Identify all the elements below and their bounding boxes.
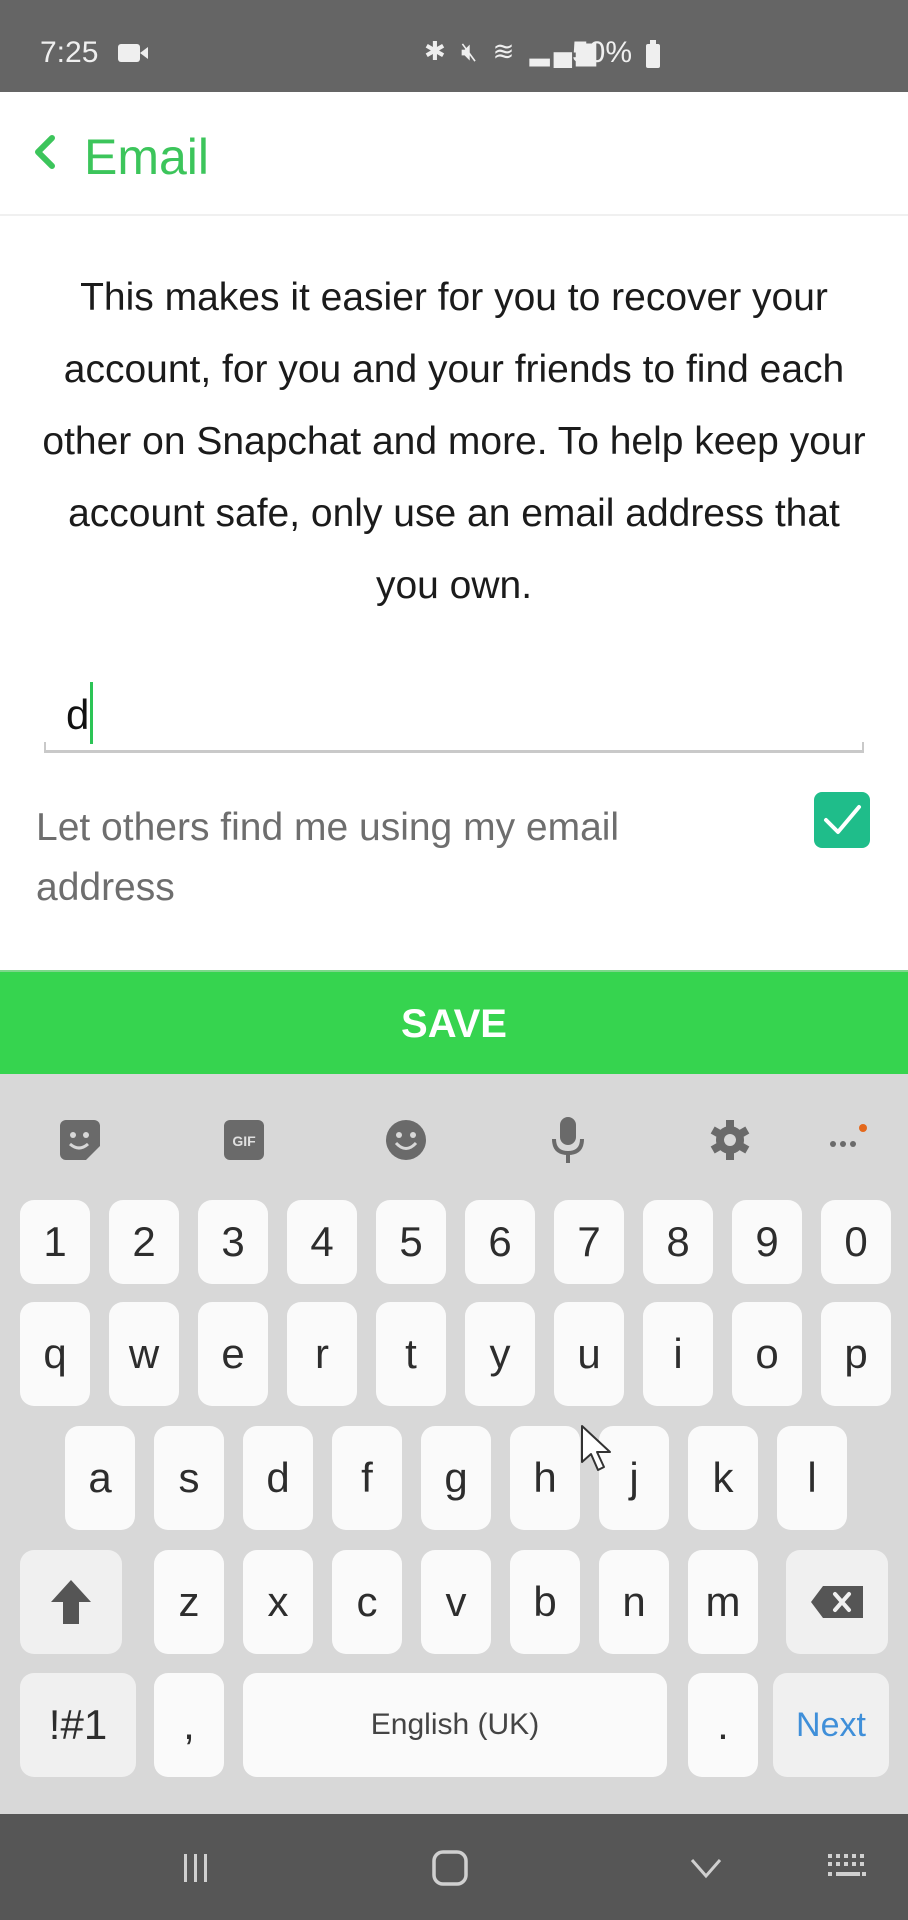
key-e[interactable]: e — [198, 1302, 268, 1406]
key-p[interactable]: p — [821, 1302, 891, 1406]
svg-text:GIF: GIF — [232, 1133, 256, 1149]
key-q[interactable]: q — [20, 1302, 90, 1406]
hide-keyboard-button[interactable] — [676, 1838, 736, 1898]
more-options-button[interactable] — [820, 1112, 876, 1168]
status-time: 7:25 — [40, 36, 99, 69]
key-w[interactable]: w — [109, 1302, 179, 1406]
chevron-left-icon — [35, 135, 55, 169]
key-3[interactable]: 3 — [198, 1200, 268, 1284]
period-key[interactable]: . — [688, 1673, 758, 1777]
key-o[interactable]: o — [732, 1302, 802, 1406]
page-title: Email — [84, 129, 210, 185]
emoji-icon — [386, 1120, 426, 1160]
home-button[interactable] — [420, 1838, 480, 1898]
input-underline — [44, 742, 864, 753]
key-7[interactable]: 7 — [554, 1200, 624, 1284]
key-4[interactable]: 4 — [287, 1200, 357, 1284]
key-l[interactable]: l — [777, 1426, 847, 1530]
navigation-bar — [0, 1814, 908, 1920]
key-i[interactable]: i — [643, 1302, 713, 1406]
keyboard: GIF 1 2 3 4 5 6 7 8 9 0 q w e r t y u i … — [0, 1074, 908, 1814]
key-m[interactable]: m — [688, 1550, 758, 1654]
key-0[interactable]: 0 — [821, 1200, 891, 1284]
recents-icon — [184, 1854, 207, 1882]
description-text: This makes it easier for you to recover … — [42, 276, 866, 607]
email-field-container — [44, 680, 864, 753]
space-key[interactable]: English (UK) — [243, 1673, 667, 1777]
key-6[interactable]: 6 — [465, 1200, 535, 1284]
save-button[interactable]: SAVE — [0, 970, 908, 1076]
key-y[interactable]: y — [465, 1302, 535, 1406]
header: Email — [0, 92, 908, 216]
key-2[interactable]: 2 — [109, 1200, 179, 1284]
shift-key[interactable] — [20, 1550, 122, 1654]
key-1[interactable]: 1 — [20, 1200, 90, 1284]
key-a[interactable]: a — [65, 1426, 135, 1530]
screen-record-icon — [118, 44, 148, 62]
bluetooth-icon: ✱ — [424, 36, 450, 66]
key-9[interactable]: 9 — [732, 1200, 802, 1284]
key-t[interactable]: t — [376, 1302, 446, 1406]
shift-arrow-icon — [51, 1580, 91, 1624]
status-bar: 7:25 ✱ 🔇︎ ≋ ▂▄▆ 50% — [0, 0, 908, 92]
gif-button[interactable]: GIF — [216, 1112, 272, 1168]
find-me-checkbox[interactable] — [814, 792, 870, 848]
wifi-icon: ≋ — [492, 36, 519, 66]
sticker-icon — [60, 1120, 100, 1160]
key-8[interactable]: 8 — [643, 1200, 713, 1284]
voice-input-button[interactable] — [540, 1112, 596, 1168]
emoji-button[interactable] — [378, 1112, 434, 1168]
mute-icon: 🔇︎ — [461, 36, 482, 66]
key-u[interactable]: u — [554, 1302, 624, 1406]
symbols-key[interactable]: !#1 — [20, 1673, 136, 1777]
more-icon — [830, 1124, 867, 1147]
battery-icon — [646, 40, 660, 68]
next-key[interactable]: Next — [773, 1673, 889, 1777]
key-k[interactable]: k — [688, 1426, 758, 1530]
mouse-pointer-icon — [581, 1425, 611, 1471]
sticker-button[interactable] — [52, 1112, 108, 1168]
find-me-label: Let others find me using my email addres… — [36, 806, 620, 909]
key-c[interactable]: c — [332, 1550, 402, 1654]
back-button[interactable] — [26, 132, 66, 172]
gif-icon: GIF — [224, 1120, 264, 1160]
key-f[interactable]: f — [332, 1426, 402, 1530]
key-v[interactable]: v — [421, 1550, 491, 1654]
key-5[interactable]: 5 — [376, 1200, 446, 1284]
battery-percent: 50% — [572, 36, 633, 69]
settings-icon — [710, 1120, 750, 1160]
email-input[interactable] — [64, 680, 848, 750]
key-n[interactable]: n — [599, 1550, 669, 1654]
checkmark-icon — [824, 805, 861, 834]
keyboard-switch-button[interactable] — [818, 1838, 878, 1898]
keyboard-settings-button[interactable] — [702, 1112, 758, 1168]
hide-keyboard-icon — [690, 1859, 722, 1879]
text-cursor — [90, 682, 93, 744]
microphone-icon — [552, 1117, 584, 1163]
key-h[interactable]: h — [510, 1426, 580, 1530]
backspace-icon — [811, 1586, 863, 1618]
comma-key[interactable]: , — [154, 1673, 224, 1777]
key-b[interactable]: b — [510, 1550, 580, 1654]
home-icon — [432, 1850, 468, 1886]
recents-button[interactable] — [166, 1838, 226, 1898]
keyboard-switch-icon — [828, 1854, 866, 1876]
key-r[interactable]: r — [287, 1302, 357, 1406]
key-z[interactable]: z — [154, 1550, 224, 1654]
key-d[interactable]: d — [243, 1426, 313, 1530]
key-g[interactable]: g — [421, 1426, 491, 1530]
backspace-key[interactable] — [786, 1550, 888, 1654]
key-s[interactable]: s — [154, 1426, 224, 1530]
key-x[interactable]: x — [243, 1550, 313, 1654]
